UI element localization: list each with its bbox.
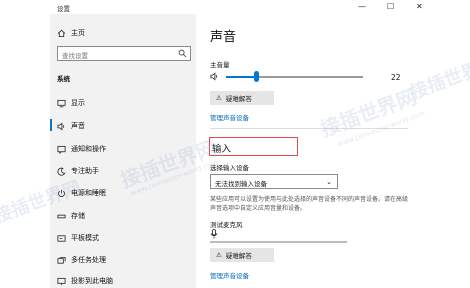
sidebar-item-storage[interactable]: 存储 bbox=[57, 209, 85, 223]
input-highlight-box bbox=[209, 137, 298, 156]
sidebar-item-notifications[interactable]: 通知和操作 bbox=[57, 142, 106, 156]
warning-icon: ⚠ bbox=[216, 251, 222, 259]
microphone-icon bbox=[210, 229, 218, 239]
manage-sound-devices-link-input[interactable]: 管理声音设备 bbox=[210, 270, 249, 280]
volume-icon[interactable] bbox=[210, 72, 219, 81]
sidebar-item-label: 平板模式 bbox=[71, 234, 99, 242]
maximize-button[interactable]: ☐ bbox=[387, 1, 394, 13]
input-description: 某些应用可以设置为使用与此处选择的声音设备不同的声音设备。请在高级声音选项中自定… bbox=[210, 196, 409, 212]
sidebar-item-label: 主页 bbox=[71, 29, 85, 37]
speaker-icon bbox=[57, 122, 66, 131]
multitask-icon bbox=[57, 256, 66, 265]
page-title: 声音 bbox=[210, 30, 237, 45]
section-heading: 系统 bbox=[57, 75, 70, 83]
sidebar-item-label: 存储 bbox=[71, 212, 85, 220]
home-icon bbox=[57, 29, 66, 38]
project-icon bbox=[57, 277, 66, 286]
volume-slider-thumb[interactable] bbox=[253, 71, 259, 82]
sidebar-item-focus-assist[interactable]: 专注助手 bbox=[57, 164, 99, 178]
sidebar-item-label: 多任务处理 bbox=[71, 256, 106, 264]
input-device-value: 无法找到输入设备 bbox=[215, 180, 267, 188]
troubleshoot-label: 疑难解答 bbox=[225, 95, 252, 103]
sidebar-item-label: 投影到此电脑 bbox=[71, 277, 113, 285]
sidebar-item-tablet-mode[interactable]: 平板模式 bbox=[57, 231, 99, 245]
selected-indicator bbox=[50, 119, 52, 131]
monitor-icon bbox=[57, 99, 66, 108]
notification-icon bbox=[57, 145, 66, 154]
sidebar-item-label: 声音 bbox=[71, 122, 85, 130]
minimize-button[interactable]: — bbox=[358, 1, 366, 13]
input-device-dropdown[interactable]: 无法找到输入设备 ⌄ bbox=[210, 174, 338, 189]
tablet-icon bbox=[57, 234, 66, 243]
moon-icon bbox=[57, 167, 66, 176]
storage-icon bbox=[57, 212, 66, 221]
window-title: 设置 bbox=[57, 5, 70, 13]
sidebar-item-project[interactable]: 投影到此电脑 bbox=[57, 274, 113, 288]
sidebar-item-label: 显示 bbox=[71, 99, 85, 107]
sidebar-item-sound[interactable]: 声音 bbox=[57, 119, 85, 133]
troubleshoot-button[interactable]: ⚠ 疑难解答 bbox=[210, 91, 274, 105]
warning-icon: ⚠ bbox=[216, 94, 222, 102]
mic-level-bar bbox=[210, 241, 347, 243]
master-volume-label: 主音量 bbox=[210, 61, 230, 69]
search-input[interactable]: 查找设置 bbox=[57, 46, 191, 61]
sidebar-item-display[interactable]: 显示 bbox=[57, 96, 85, 110]
search-placeholder: 查找设置 bbox=[62, 52, 88, 60]
sidebar-item-label: 通知和操作 bbox=[71, 145, 106, 153]
chevron-down-icon: ⌄ bbox=[326, 178, 332, 186]
volume-slider-fill bbox=[226, 76, 257, 78]
sidebar-item-multitasking[interactable]: 多任务处理 bbox=[57, 253, 106, 267]
manage-sound-devices-link[interactable]: 管理声音设备 bbox=[210, 112, 249, 122]
test-microphone-label: 测试麦克风 bbox=[210, 221, 243, 229]
volume-value: 22 bbox=[391, 73, 401, 82]
close-button[interactable]: ✕ bbox=[416, 1, 423, 13]
troubleshoot-label: 疑难解答 bbox=[225, 252, 252, 260]
troubleshoot-button-input[interactable]: ⚠ 疑难解答 bbox=[210, 248, 274, 262]
sidebar-item-home[interactable]: 主页 bbox=[57, 26, 85, 40]
search-icon bbox=[178, 49, 187, 58]
title-bar: 设置 — ☐ ✕ bbox=[0, 0, 470, 14]
